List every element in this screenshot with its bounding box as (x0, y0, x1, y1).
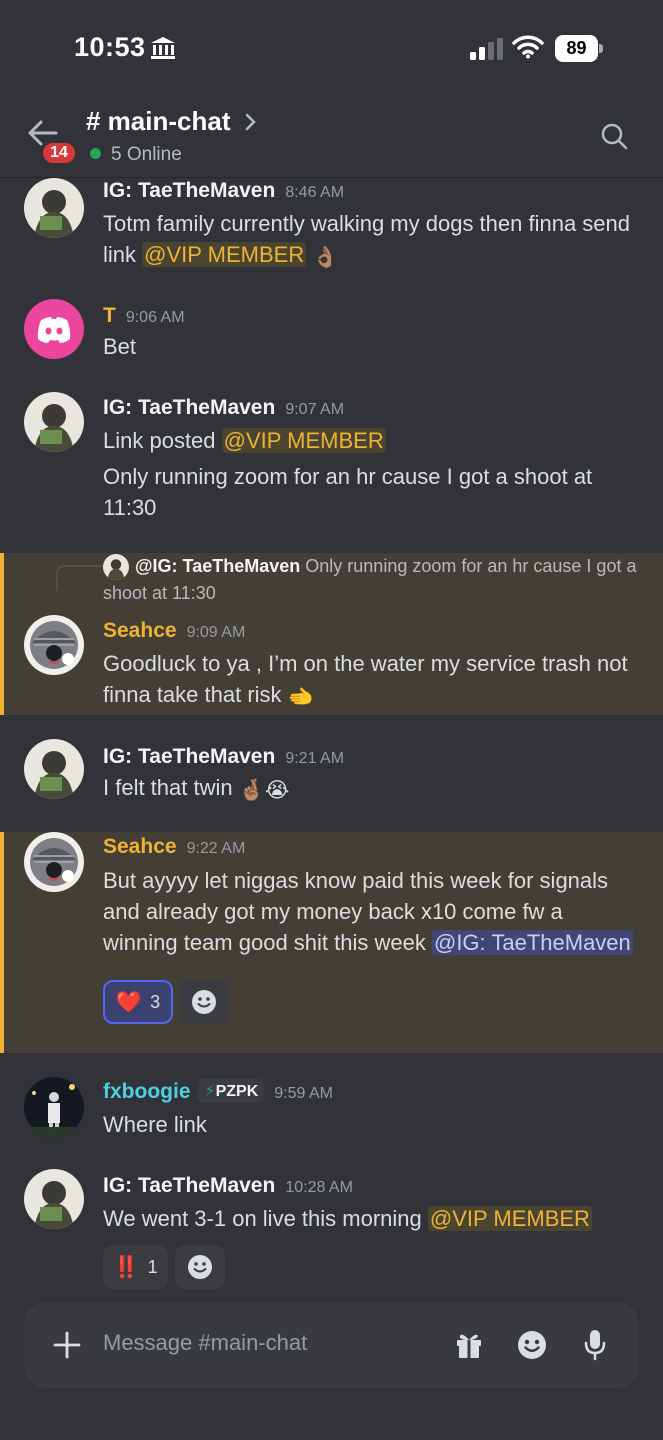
avatar[interactable] (24, 1077, 84, 1137)
timestamp: 9:07 AM (285, 401, 345, 418)
username[interactable]: IG: TaeTheMaven 8:46 AM (103, 179, 344, 203)
online-count: 5 Online (90, 144, 182, 166)
message-text: Totm family currently walking my dogs th… (103, 211, 631, 269)
mention[interactable]: @IG: TaeTheMaven (431, 930, 633, 955)
reply-preview[interactable]: @IG: TaeTheMaven Only running zoom for a… (103, 553, 643, 607)
reaction-count: 1 (147, 1256, 158, 1277)
plus-icon[interactable] (52, 1330, 82, 1360)
mention[interactable]: @VIP MEMBER (142, 242, 307, 267)
message-highlighted: Seahce 9:22 AM But ayyyy let niggas know … (0, 832, 663, 1053)
reaction-exclamation[interactable]: ‼️ 1 (103, 1245, 168, 1289)
gift-icon[interactable] (456, 1331, 482, 1359)
message-text: Where link (103, 1112, 207, 1137)
avatar[interactable] (24, 615, 84, 675)
signal-icon (470, 38, 503, 60)
clock: 10:53 (74, 32, 146, 62)
avatar[interactable] (24, 1169, 84, 1229)
message: IG: TaeTheMaven 10:28 AM We went 3-1 on l… (0, 1169, 663, 1294)
username[interactable]: IG: TaeTheMaven 9:07 AM (103, 396, 344, 420)
message: fxboogie ⚡PZPK 9:59 AM Where link (0, 1077, 663, 1147)
server-tag[interactable]: ⚡PZPK (198, 1079, 265, 1103)
pointing-hand-emoji-icon: 🫲 (287, 686, 314, 709)
message-list[interactable]: IG: TaeTheMaven 8:46 AM Totm family curre… (0, 178, 663, 1298)
double-exclamation-emoji-icon: ‼️ (113, 1255, 140, 1279)
username[interactable]: fxboogie ⚡PZPK 9:59 AM (103, 1079, 333, 1104)
battery-level: 89 (555, 35, 598, 62)
message-text: I felt that twin 🤞🏽😭 (103, 775, 290, 802)
bank-icon (151, 37, 175, 59)
avatar[interactable] (24, 392, 84, 452)
chevron-right-icon[interactable] (244, 112, 258, 132)
channel-header: 14 # main-chat 5 Online (0, 96, 663, 178)
username[interactable]: IG: TaeTheMaven 10:28 AM (103, 1174, 353, 1198)
unread-badge: 14 (40, 140, 78, 166)
search-icon[interactable] (600, 122, 628, 150)
timestamp: 9:22 AM (186, 840, 246, 857)
lightning-icon: ⚡ (204, 1083, 216, 1100)
message: T 9:06 AM Bet (0, 299, 663, 369)
timestamp: 9:59 AM (274, 1085, 333, 1102)
heart-emoji-icon: ❤️ (115, 990, 143, 1014)
message-text: Bet (103, 334, 137, 359)
add-reaction-button[interactable] (175, 1245, 225, 1289)
ok-hand-emoji-icon: 👌🏽 (312, 246, 339, 269)
microphone-icon[interactable] (584, 1329, 606, 1361)
avatar[interactable] (24, 739, 84, 799)
reaction-count: 3 (150, 991, 161, 1012)
message: IG: TaeTheMaven 9:21 AM I felt that twin … (0, 739, 663, 809)
smile-icon (188, 1255, 212, 1279)
username[interactable]: T 9:06 AM (103, 304, 185, 328)
emoji-picker-icon[interactable] (517, 1330, 547, 1360)
timestamp: 9:21 AM (285, 750, 345, 767)
avatar[interactable] (24, 299, 84, 359)
username[interactable]: Seahce 9:09 AM (103, 619, 245, 643)
message: IG: TaeTheMaven 9:07 AM Link posted @VIP … (0, 392, 663, 532)
smile-icon (192, 990, 216, 1014)
avatar[interactable] (24, 832, 84, 892)
timestamp: 8:46 AM (285, 184, 345, 201)
reply-connector (56, 565, 104, 591)
status-bar: 10:53 89 (0, 0, 663, 96)
timestamp: 9:09 AM (186, 624, 246, 641)
channel-title[interactable]: # main-chat (86, 106, 231, 137)
message-highlighted: @IG: TaeTheMaven Only running zoom for a… (0, 553, 663, 715)
message-text: Only running zoom for an hr cause I got … (103, 464, 593, 520)
mention[interactable]: @VIP MEMBER (221, 428, 386, 453)
username[interactable]: Seahce 9:22 AM (103, 835, 245, 859)
timestamp: 9:06 AM (125, 309, 185, 326)
message-composer[interactable]: Message #main-chat (24, 1302, 639, 1388)
battery-icon: 89 (555, 35, 603, 62)
timestamp: 10:28 AM (285, 1179, 353, 1196)
crossed-fingers-emoji-icon: 🤞🏽 (238, 779, 265, 802)
message-text: But ayyyy let niggas know paid this week… (103, 868, 633, 955)
online-dot-icon (90, 148, 101, 159)
wifi-icon (512, 35, 544, 59)
add-reaction-button[interactable] (179, 980, 229, 1024)
message-text: Link posted @VIP MEMBER (103, 428, 386, 453)
message: IG: TaeTheMaven 8:46 AM Totm family curre… (0, 178, 663, 278)
message-input[interactable]: Message #main-chat (103, 1330, 307, 1356)
mention[interactable]: @VIP MEMBER (427, 1206, 592, 1231)
reaction-heart[interactable]: ❤️ 3 (103, 980, 173, 1024)
username[interactable]: IG: TaeTheMaven 9:21 AM (103, 745, 344, 769)
crying-face-emoji-icon: 😭 (264, 779, 290, 802)
message-text: Goodluck to ya , I’m on the water my ser… (103, 651, 628, 709)
avatar[interactable] (24, 178, 84, 238)
message-text: We went 3-1 on live this morning @VIP ME… (103, 1206, 592, 1231)
